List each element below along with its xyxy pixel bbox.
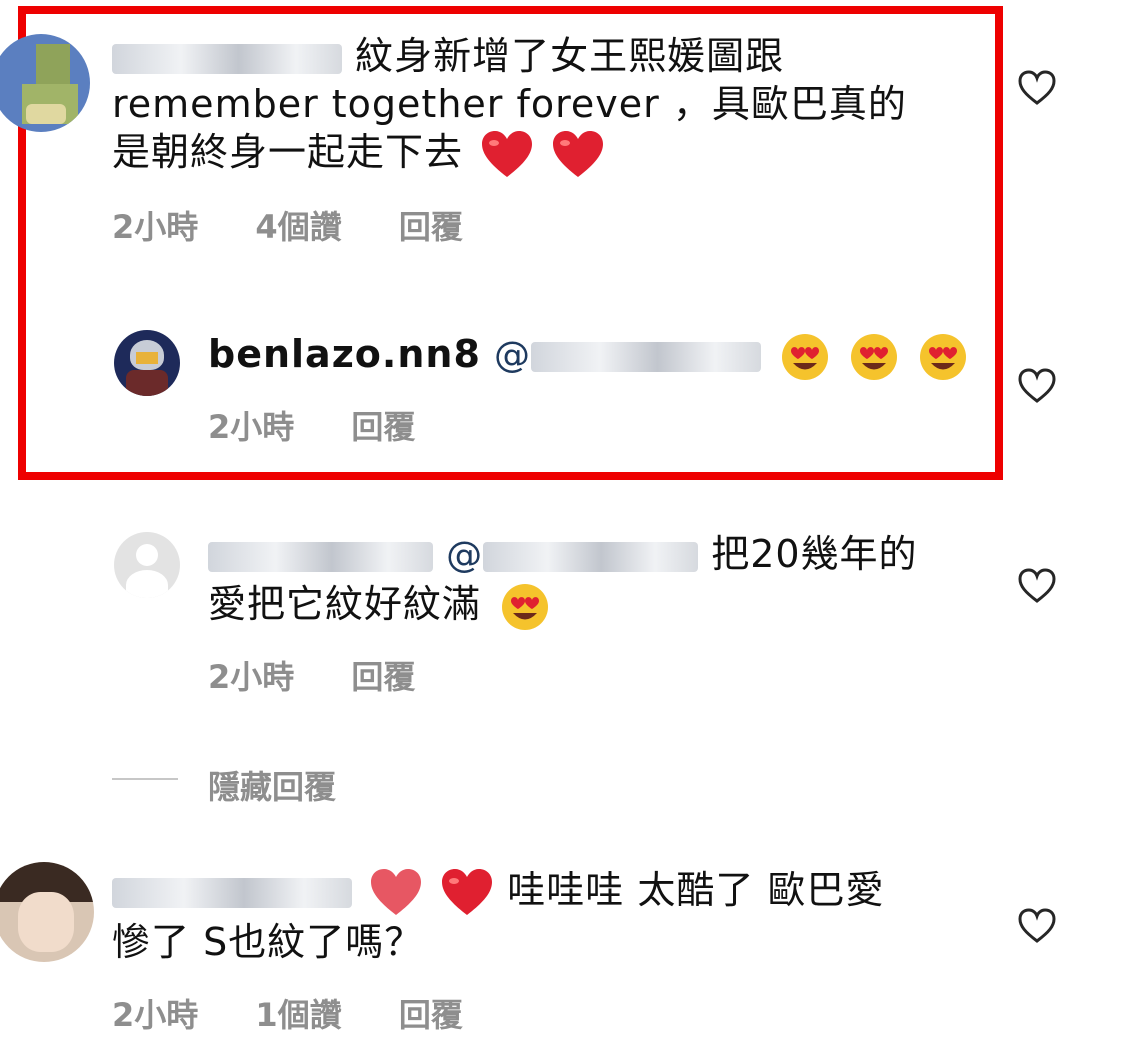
reply-button[interactable]: 回覆 <box>399 202 463 248</box>
comment-meta: 2小時 1個讚 回覆 <box>112 990 509 1036</box>
red-heart-emoji <box>371 868 422 915</box>
reply-button[interactable]: 回覆 <box>399 990 463 1036</box>
mention[interactable]: @ <box>494 332 774 376</box>
timestamp: 2小時 <box>112 996 199 1034</box>
username-redacted[interactable] <box>112 43 342 74</box>
comment-meta: 2小時 回覆 <box>208 402 461 448</box>
comment-line: 把20幾年的 <box>711 532 918 576</box>
heart-outline-icon[interactable] <box>1018 70 1056 106</box>
heart-outline-icon[interactable] <box>1018 568 1056 604</box>
comment-line: remember together forever ，具歐巴真的 <box>112 82 907 126</box>
like-count[interactable]: 1個讚 <box>255 990 341 1036</box>
timestamp: 2小時 <box>208 658 295 696</box>
red-heart-emoji <box>442 868 493 915</box>
mention[interactable]: @ <box>446 532 711 576</box>
comment-line: 紋身新增了女王熙媛圖跟 <box>355 34 785 78</box>
username-redacted <box>483 541 699 572</box>
reply-button[interactable]: 回覆 <box>351 652 415 698</box>
comment-line: 哇哇哇 太酷了 歐巴愛 <box>507 868 885 912</box>
username[interactable]: benlazo.nn8 <box>208 332 481 376</box>
comment-text: 紋身新增了女王熙媛圖跟 remember together forever ，具… <box>112 32 907 180</box>
timestamp: 2小時 <box>112 208 199 246</box>
username-redacted[interactable] <box>112 877 352 908</box>
red-heart-emoji <box>553 130 604 177</box>
comment-line: 慘了 S也紋了嗎？ <box>112 919 424 964</box>
comment-line: 是朝終身一起走下去 <box>112 130 464 174</box>
like-count[interactable]: 4個讚 <box>255 202 341 248</box>
reply-button[interactable]: 回覆 <box>351 402 415 448</box>
heart-eyes-emoji <box>851 333 898 380</box>
divider <box>112 778 178 780</box>
hide-replies-button[interactable]: 隱藏回覆 <box>208 762 336 808</box>
avatar[interactable] <box>0 34 90 132</box>
reply-text: benlazo.nn8 @ <box>208 330 968 382</box>
comment-text: 哇哇哇 太酷了 歐巴愛 慘了 S也紋了嗎？ <box>112 866 884 966</box>
timestamp: 2小時 <box>208 408 295 446</box>
reply-text: @ 把20幾年的 愛把它紋好紋滿 <box>208 530 918 632</box>
username-redacted[interactable] <box>208 541 433 572</box>
heart-outline-icon[interactable] <box>1018 368 1056 404</box>
username-redacted <box>531 341 761 372</box>
heart-outline-icon[interactable] <box>1018 908 1056 944</box>
heart-eyes-emoji <box>782 333 829 380</box>
red-heart-emoji <box>482 130 533 177</box>
avatar[interactable] <box>114 532 180 598</box>
comment-meta: 2小時 回覆 <box>208 652 461 698</box>
avatar[interactable] <box>0 862 94 962</box>
avatar[interactable] <box>114 330 180 396</box>
heart-eyes-emoji <box>502 583 549 630</box>
comment-line: 愛把它紋好紋滿 <box>208 582 482 626</box>
comment-meta: 2小時 4個讚 回覆 <box>112 202 509 248</box>
heart-eyes-emoji <box>920 333 967 380</box>
